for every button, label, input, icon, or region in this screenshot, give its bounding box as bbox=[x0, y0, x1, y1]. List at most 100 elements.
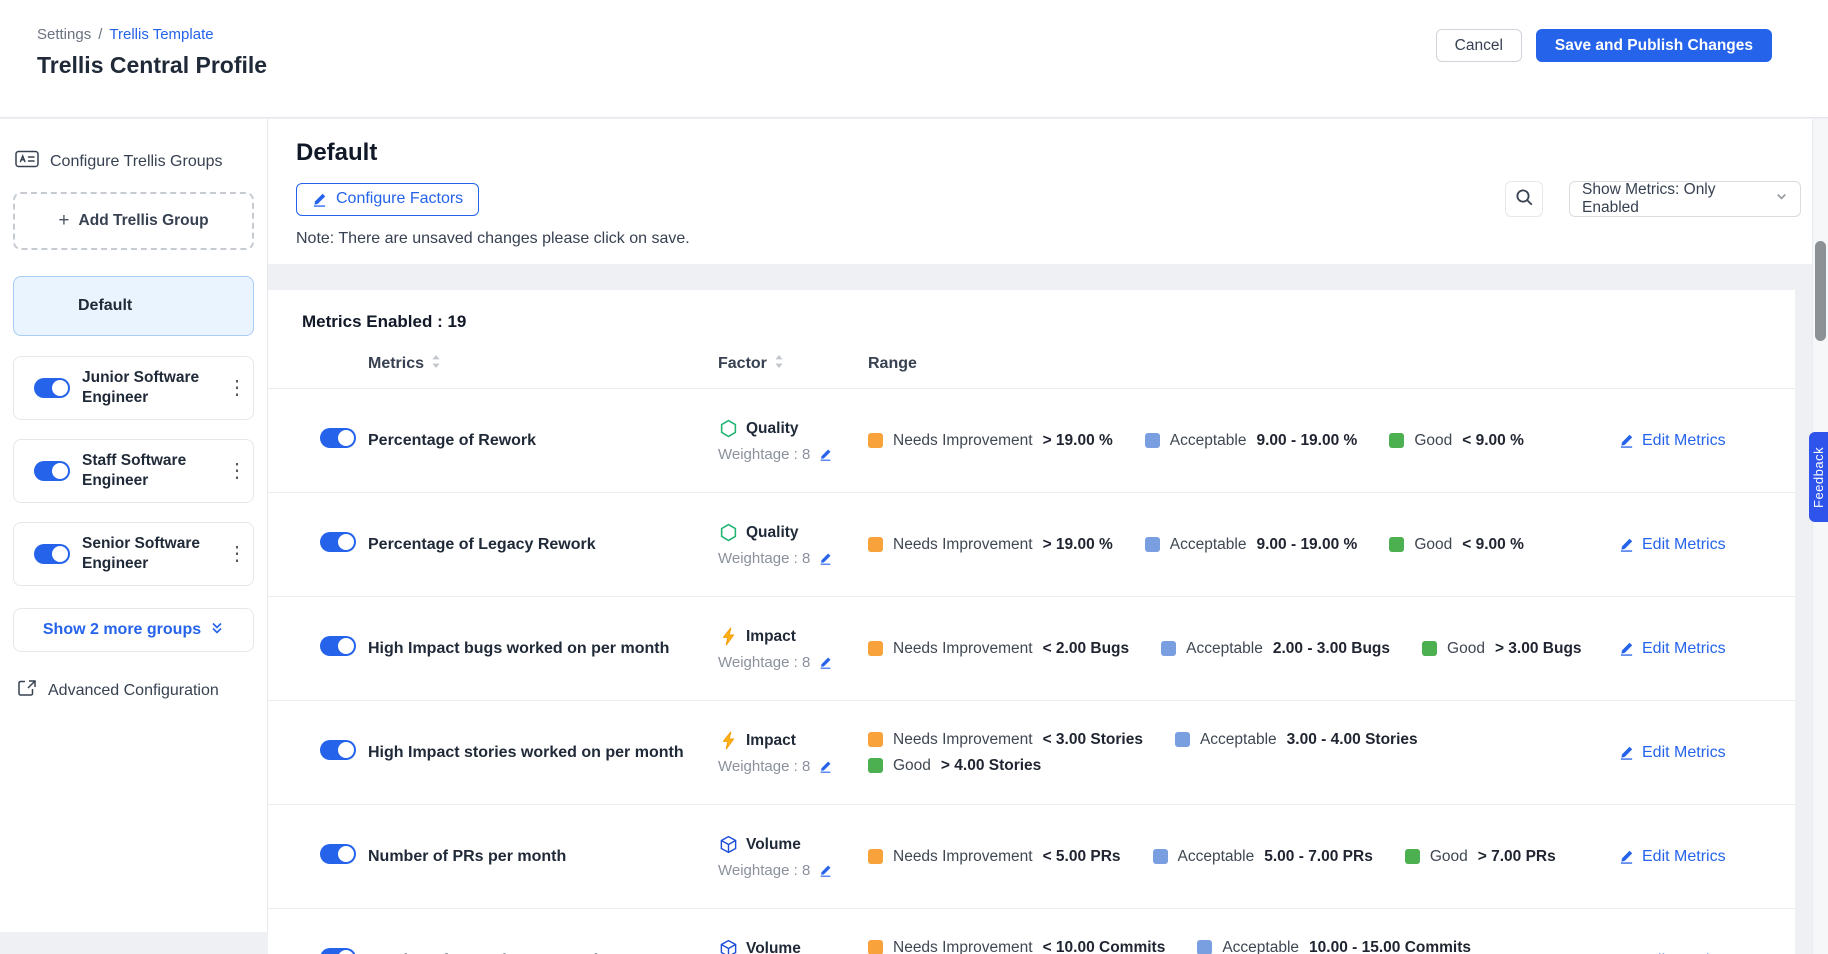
range-cell: Needs Improvement > 19.00 % Acceptable 9… bbox=[868, 432, 1619, 450]
factor-name: Impact bbox=[746, 628, 796, 646]
factor-name: Volume bbox=[746, 836, 801, 854]
edit-metrics-button[interactable]: Edit Metrics bbox=[1619, 848, 1769, 866]
metric-toggle[interactable] bbox=[320, 948, 356, 954]
kebab-menu-icon[interactable]: ⋮ bbox=[227, 378, 245, 398]
range-acceptable: Acceptable 3.00 - 4.00 Stories bbox=[1175, 731, 1418, 749]
advanced-configuration-link[interactable]: Advanced Configuration bbox=[13, 679, 254, 702]
needs-improvement-swatch bbox=[868, 433, 883, 448]
page: Settings / Trellis Template Trellis Cent… bbox=[0, 0, 1828, 954]
kebab-menu-icon[interactable]: ⋮ bbox=[227, 461, 245, 481]
metric-toggle[interactable] bbox=[320, 532, 356, 552]
column-header-metrics[interactable]: Metrics bbox=[368, 354, 718, 374]
metric-toggle[interactable] bbox=[320, 844, 356, 864]
save-and-publish-button[interactable]: Save and Publish Changes bbox=[1536, 29, 1772, 62]
factor-cell: Impact Weightage : 8 bbox=[718, 627, 868, 671]
configure-factors-button[interactable]: Configure Factors bbox=[296, 183, 479, 216]
good-swatch bbox=[1389, 433, 1404, 448]
group-default[interactable]: Default bbox=[13, 276, 254, 336]
needs-improvement-swatch bbox=[868, 849, 883, 864]
good-swatch bbox=[1389, 537, 1404, 552]
advanced-configuration-icon bbox=[17, 679, 37, 702]
weightage-label: Weightage : 8 bbox=[718, 654, 810, 671]
metric-row: Number of PRs per month bbox=[268, 805, 1795, 909]
metric-row: High Impact bugs worked on per month bbox=[268, 597, 1795, 701]
plus-icon: + bbox=[58, 210, 69, 232]
group-card[interactable]: Staff Software Engineer ⋮ bbox=[13, 439, 254, 503]
add-trellis-group-button[interactable]: + Add Trellis Group bbox=[13, 192, 254, 250]
cancel-button[interactable]: Cancel bbox=[1436, 29, 1522, 62]
edit-metrics-button[interactable]: Edit Metrics bbox=[1619, 432, 1769, 450]
needs-improvement-swatch bbox=[868, 641, 883, 656]
group-card[interactable]: Junior Software Engineer ⋮ bbox=[13, 356, 254, 420]
metrics-enabled-count: Metrics Enabled : 19 bbox=[302, 312, 1795, 332]
metric-toggle[interactable] bbox=[320, 740, 356, 760]
edit-metrics-icon bbox=[1619, 641, 1634, 656]
show-more-groups-button[interactable]: Show 2 more groups bbox=[13, 608, 254, 652]
edit-weightage-icon[interactable] bbox=[819, 760, 832, 773]
show-metrics-filter-value: Show Metrics: Only Enabled bbox=[1582, 181, 1775, 217]
range-needs-improvement: Needs Improvement < 5.00 PRs bbox=[868, 848, 1121, 866]
needs-improvement-swatch bbox=[868, 940, 883, 954]
factor-cell: Impact Weightage : 8 bbox=[718, 731, 868, 775]
range-needs-improvement: Needs Improvement < 10.00 Commits bbox=[868, 939, 1165, 954]
group-default-label: Default bbox=[78, 297, 132, 315]
unsaved-changes-note: Note: There are unsaved changes please c… bbox=[296, 230, 1801, 248]
metric-name: Number of PRs per month bbox=[368, 848, 718, 866]
vertical-scrollbar[interactable] bbox=[1812, 119, 1828, 954]
weightage-label: Weightage : 8 bbox=[718, 758, 810, 775]
group-toggle[interactable] bbox=[34, 378, 70, 398]
range-acceptable: Acceptable 10.00 - 15.00 Commits bbox=[1197, 939, 1471, 954]
feedback-tab[interactable]: Feedback bbox=[1809, 432, 1828, 522]
sidebar-section-header: Configure Trellis Groups bbox=[13, 149, 254, 174]
chevron-down-icon bbox=[1775, 190, 1788, 208]
edit-metrics-icon bbox=[1619, 537, 1634, 552]
search-icon bbox=[1515, 188, 1534, 210]
weightage-label: Weightage : 8 bbox=[718, 862, 810, 879]
group-title: Default bbox=[296, 139, 1801, 167]
edit-weightage-icon[interactable] bbox=[819, 552, 832, 565]
add-trellis-group-label: Add Trellis Group bbox=[79, 212, 209, 230]
configure-factors-label: Configure Factors bbox=[336, 190, 463, 208]
group-toggle[interactable] bbox=[34, 461, 70, 481]
needs-improvement-swatch bbox=[868, 537, 883, 552]
factor-name: Quality bbox=[746, 420, 799, 438]
group-list: Junior Software Engineer ⋮ Staff Softwar… bbox=[13, 356, 254, 586]
sort-icon[interactable] bbox=[774, 354, 784, 374]
breadcrumb-settings[interactable]: Settings bbox=[37, 26, 91, 43]
sort-icon[interactable] bbox=[431, 354, 441, 374]
edit-metrics-button[interactable]: Edit Metrics bbox=[1619, 744, 1769, 762]
range-good: Good < 9.00 % bbox=[1389, 432, 1524, 450]
acceptable-swatch bbox=[1175, 732, 1190, 747]
range-cell: Needs Improvement > 19.00 % Acceptable 9… bbox=[868, 536, 1619, 554]
group-name: Senior Software Engineer bbox=[82, 534, 215, 574]
edit-weightage-icon[interactable] bbox=[819, 656, 832, 669]
group-card[interactable]: Senior Software Engineer ⋮ bbox=[13, 522, 254, 586]
search-button[interactable] bbox=[1505, 181, 1543, 217]
weightage-label: Weightage : 8 bbox=[718, 446, 810, 463]
edit-weightage-icon[interactable] bbox=[819, 448, 832, 461]
kebab-menu-icon[interactable]: ⋮ bbox=[227, 544, 245, 564]
range-acceptable: Acceptable 9.00 - 19.00 % bbox=[1145, 432, 1358, 450]
acceptable-swatch bbox=[1161, 641, 1176, 656]
acceptable-swatch bbox=[1145, 537, 1160, 552]
range-cell: Needs Improvement < 2.00 Bugs Acceptable… bbox=[868, 640, 1619, 658]
good-swatch bbox=[868, 758, 883, 773]
edit-metrics-button[interactable]: Edit Metrics bbox=[1619, 640, 1769, 658]
edit-metrics-button[interactable]: Edit Metrics bbox=[1619, 536, 1769, 554]
metric-name: High Impact bugs worked on per month bbox=[368, 640, 718, 658]
metric-toggle[interactable] bbox=[320, 636, 356, 656]
metric-toggle[interactable] bbox=[320, 428, 356, 448]
page-title: Trellis Central Profile bbox=[37, 52, 267, 79]
breadcrumb-trellis-template[interactable]: Trellis Template bbox=[109, 26, 213, 43]
column-header-factor[interactable]: Factor bbox=[718, 354, 868, 374]
impact-icon bbox=[718, 627, 738, 647]
factor-name: Volume bbox=[746, 940, 801, 954]
group-toggle[interactable] bbox=[34, 544, 70, 564]
factor-cell: Quality Weightage : 8 bbox=[718, 419, 868, 463]
quality-icon bbox=[718, 419, 738, 439]
show-metrics-filter[interactable]: Show Metrics: Only Enabled bbox=[1569, 181, 1801, 217]
edit-weightage-icon[interactable] bbox=[819, 864, 832, 877]
range-needs-improvement: Needs Improvement > 19.00 % bbox=[868, 432, 1113, 450]
show-more-groups-label: Show 2 more groups bbox=[43, 621, 201, 639]
scrollbar-thumb[interactable] bbox=[1815, 241, 1826, 341]
